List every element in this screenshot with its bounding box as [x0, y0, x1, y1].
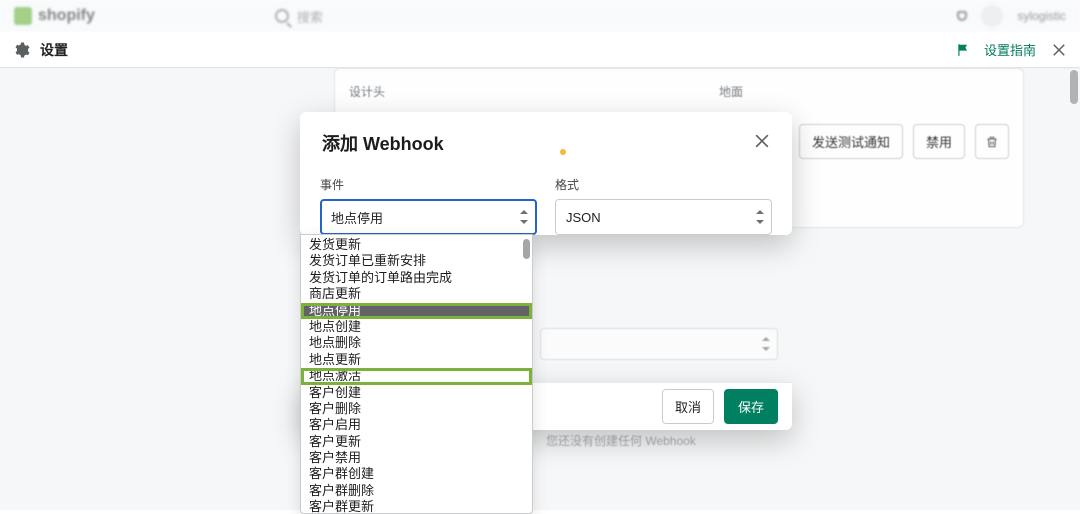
event-option[interactable]: 地点激活 — [301, 368, 532, 384]
page-scrollbar[interactable] — [1070, 70, 1078, 104]
save-button[interactable]: 保存 — [724, 389, 778, 424]
empty-state-note: 您还没有创建任何 Webhook — [546, 432, 696, 449]
event-option[interactable]: 客户创建 — [301, 385, 532, 401]
event-option[interactable]: 发货订单已重新安排 — [301, 253, 532, 269]
app-topbar: shopify 搜索 sylogistic — [0, 0, 1080, 32]
event-options-listbox[interactable]: 发货更新发货订单已重新安排发货订单的订单路由完成商店更新地点停用地点创建地点删除… — [300, 234, 533, 514]
global-search[interactable]: 搜索 — [275, 7, 323, 26]
col-header-event: 设计头 — [349, 83, 679, 100]
event-option[interactable]: 地点更新 — [301, 352, 532, 368]
decorative-dot-icon — [560, 149, 566, 155]
format-field-label: 格式 — [555, 176, 772, 193]
modal-close-button[interactable] — [752, 131, 772, 156]
event-option[interactable]: 客户群删除 — [301, 483, 532, 499]
event-option[interactable]: 客户禁用 — [301, 450, 532, 466]
search-icon — [275, 9, 289, 23]
gear-icon — [12, 41, 30, 59]
avatar[interactable] — [981, 5, 1003, 27]
trash-icon — [985, 135, 999, 149]
event-option[interactable]: 地点删除 — [301, 335, 532, 351]
shopify-leaf-icon — [14, 7, 32, 25]
bell-icon[interactable] — [957, 11, 967, 21]
modal-title: 添加 Webhook — [322, 130, 444, 156]
event-option[interactable]: 地点创建 — [301, 319, 532, 335]
disable-button[interactable]: 禁用 — [913, 124, 965, 159]
event-option[interactable]: 地点停用 — [301, 303, 532, 319]
select-stepper-icon — [519, 210, 529, 224]
brand-name: shopify — [38, 7, 95, 25]
settings-header: 设置 设置指南 — [0, 32, 1080, 68]
event-option[interactable]: 发货订单的订单路由完成 — [301, 270, 532, 286]
cancel-button[interactable]: 取消 — [662, 389, 714, 424]
api-version-select[interactable] — [540, 328, 778, 360]
event-option[interactable]: 客户删除 — [301, 401, 532, 417]
event-select[interactable]: 地点停用 — [320, 199, 537, 235]
search-placeholder: 搜索 — [297, 7, 323, 26]
select-stepper-icon — [761, 337, 771, 351]
account-name: sylogistic — [1017, 9, 1066, 23]
close-settings-button[interactable] — [1050, 41, 1068, 59]
page-title: 设置 — [40, 40, 68, 60]
event-option[interactable]: 客户群更新 — [301, 499, 532, 514]
event-option[interactable]: 客户启用 — [301, 417, 532, 433]
setup-guide-link[interactable]: 设置指南 — [984, 40, 1036, 59]
send-test-button[interactable]: 发送测试通知 — [799, 124, 903, 159]
format-select[interactable]: JSON — [555, 199, 772, 235]
delete-button[interactable] — [975, 124, 1009, 159]
col-header-scope: 地面 — [719, 83, 743, 100]
select-stepper-icon — [755, 210, 765, 224]
flag-icon — [956, 43, 970, 57]
event-field-label: 事件 — [320, 176, 537, 193]
event-option[interactable]: 商店更新 — [301, 286, 532, 302]
brand-logo: shopify — [14, 7, 95, 25]
event-option[interactable]: 客户群创建 — [301, 466, 532, 482]
event-option[interactable]: 发货更新 — [301, 237, 532, 253]
event-option[interactable]: 客户更新 — [301, 434, 532, 450]
add-webhook-modal: 添加 Webhook 事件 地点停用 格式 JSON — [300, 112, 792, 235]
listbox-scrollbar[interactable] — [523, 239, 530, 259]
format-select-value: JSON — [566, 210, 601, 225]
event-select-value: 地点停用 — [331, 208, 383, 227]
